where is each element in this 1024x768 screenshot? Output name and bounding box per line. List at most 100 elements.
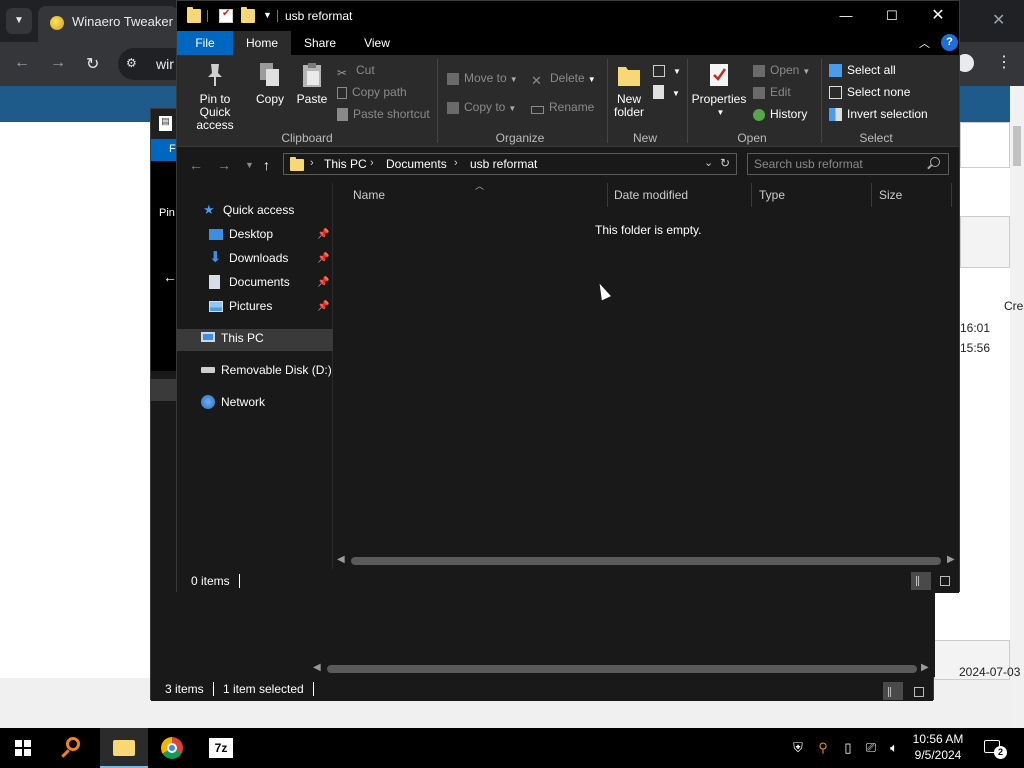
properties-quick-icon[interactable]	[219, 8, 233, 23]
notification-center-button[interactable]: 2	[982, 738, 1007, 759]
horizontal-scrollbar[interactable]: ◀ ▶	[333, 553, 959, 569]
scroll-left-icon[interactable]: ◀	[337, 554, 345, 565]
back-arrow-icon[interactable]: ←	[189, 157, 203, 173]
copy-to-button[interactable]: Copy to ▼	[447, 98, 516, 116]
scroll-left-icon[interactable]: ◀	[313, 662, 321, 673]
back-window-selected-row[interactable]	[151, 379, 177, 401]
clock[interactable]: 10:56 AM 9/5/2024	[910, 731, 966, 763]
column-separator[interactable]	[751, 183, 752, 207]
scroll-right-icon[interactable]: ▶	[921, 662, 929, 673]
edit-button[interactable]: Edit	[753, 83, 791, 101]
pin-icon[interactable]: 📌	[317, 253, 329, 264]
web-page-scrollbar[interactable]	[1010, 86, 1024, 728]
breadcrumb-usb-reformat[interactable]: usb reformat	[470, 157, 537, 171]
tab-view[interactable]: View	[349, 31, 405, 55]
help-icon[interactable]: ?	[941, 34, 958, 51]
taskbar-7zip[interactable]: 7z	[197, 728, 245, 768]
refresh-icon[interactable]: ↻	[720, 156, 730, 170]
pin-icon[interactable]: 📌	[317, 301, 329, 312]
address-box[interactable]: › This PC › Documents › usb reformat ⌄ ↻	[283, 153, 737, 175]
start-button[interactable]	[0, 728, 48, 768]
tab-home[interactable]: Home	[233, 31, 291, 55]
large-icons-view-button[interactable]	[935, 572, 955, 590]
move-to-button[interactable]: Move to ▼	[447, 69, 518, 87]
pin-icon[interactable]: 📌	[317, 229, 329, 240]
breadcrumb-separator-icon[interactable]: ›	[454, 157, 458, 169]
select-all-button[interactable]: Select all	[829, 61, 896, 79]
address-history-dropdown-icon[interactable]: ⌄	[704, 156, 713, 169]
maximize-button[interactable]: ☐	[869, 1, 915, 31]
new-folder-quick-icon[interactable]	[241, 7, 255, 23]
search-box[interactable]	[747, 153, 949, 175]
column-header-name[interactable]: Name	[353, 188, 385, 202]
quick-access-toolbar-dropdown-icon[interactable]: ▼	[263, 10, 272, 20]
volume-muted-icon[interactable]: 🔈︎	[886, 740, 902, 756]
browser-reload-icon[interactable]: ↻	[86, 54, 99, 74]
scroll-thumb[interactable]	[351, 557, 941, 565]
security-shield-icon[interactable]: ⛨	[790, 740, 806, 756]
details-view-button[interactable]	[911, 572, 931, 590]
new-item-button[interactable]: ▼	[653, 61, 681, 79]
taskbar-file-explorer[interactable]	[100, 728, 148, 768]
column-header-type[interactable]: Type	[759, 188, 785, 202]
collapse-ribbon-icon[interactable]: ︿	[919, 35, 930, 51]
cut-button[interactable]: ✂ Cut	[337, 61, 375, 80]
search-icon[interactable]	[930, 157, 940, 167]
browser-tab[interactable]: Winaero Tweaker	[38, 6, 178, 42]
pin-to-quick-access-button[interactable]: Pin to Quick access	[183, 61, 247, 132]
back-window-file-tab[interactable]: F	[151, 139, 177, 161]
back-window-back-icon[interactable]: ←	[163, 269, 177, 285]
browser-back-icon[interactable]: ←	[14, 54, 30, 72]
back-scroll-thumb[interactable]	[327, 665, 917, 673]
breadcrumb-separator-icon[interactable]: ›	[310, 157, 314, 169]
back-window-hscroll[interactable]: ◀ ▶	[309, 661, 935, 677]
close-button[interactable]: ✕	[915, 1, 961, 31]
copy-path-button[interactable]: Copy path	[337, 83, 407, 101]
column-header-size[interactable]: Size	[879, 188, 902, 202]
copy-button[interactable]: Copy	[253, 61, 287, 106]
breadcrumb-this-pc[interactable]: This PC	[324, 157, 367, 171]
explorer-window[interactable]: ▼ usb reformat — ☐ ✕ File Home Share Vie…	[176, 0, 960, 593]
forward-arrow-icon[interactable]: →	[217, 157, 231, 173]
tab-share[interactable]: Share	[291, 31, 349, 55]
large-icons-view-button[interactable]	[909, 682, 929, 700]
new-folder-button[interactable]: New folder	[611, 61, 647, 119]
invert-selection-button[interactable]: Invert selection	[829, 105, 928, 123]
delete-button[interactable]: ✕ Delete ▼	[531, 69, 596, 88]
rename-button[interactable]: Rename	[531, 98, 594, 116]
pin-icon[interactable]: 📌	[317, 277, 329, 288]
file-list[interactable]: ︿ Name Date modified Type Size This fold…	[333, 181, 959, 569]
details-view-button[interactable]	[883, 682, 903, 700]
browser-menu-icon[interactable]: ⋮	[996, 52, 1012, 72]
taskbar-search-button[interactable]	[52, 728, 100, 768]
network-tray-icon[interactable]: ⎚	[863, 740, 879, 756]
up-arrow-icon[interactable]: ↑	[263, 157, 270, 173]
usb-drive-icon[interactable]: ▯	[840, 740, 856, 756]
select-none-button[interactable]: Select none	[829, 83, 910, 101]
properties-button[interactable]: Properties ▼	[691, 61, 747, 119]
column-header-date-modified[interactable]: Date modified	[614, 188, 688, 202]
history-button[interactable]: History	[753, 105, 807, 123]
easy-access-button[interactable]: ▼	[653, 83, 680, 101]
recent-locations-icon[interactable]: ▼	[245, 160, 254, 170]
scroll-right-icon[interactable]: ▶	[947, 554, 955, 565]
breadcrumb-separator-icon[interactable]: ›	[370, 157, 374, 169]
paste-button[interactable]: Paste	[295, 61, 329, 106]
open-button[interactable]: Open ▼	[753, 61, 810, 79]
paste-shortcut-button[interactable]: Paste shortcut	[337, 105, 430, 123]
site-info-icon[interactable]: ⚙	[126, 56, 137, 70]
tab-search-button[interactable]: ▼	[6, 8, 32, 34]
column-separator[interactable]	[951, 183, 952, 207]
breadcrumb-documents[interactable]: Documents	[386, 157, 447, 171]
search-input[interactable]	[754, 156, 924, 172]
browser-forward-icon[interactable]: →	[50, 54, 66, 72]
tray-search-icon[interactable]: ⚲	[815, 740, 831, 756]
column-separator[interactable]	[607, 183, 608, 207]
column-separator[interactable]	[871, 183, 872, 207]
taskbar-chrome[interactable]	[148, 728, 196, 768]
minimize-button[interactable]: —	[823, 1, 869, 31]
web-scroll-thumb[interactable]	[1013, 126, 1021, 166]
browser-close-icon[interactable]: ✕	[992, 10, 1005, 30]
title-bar[interactable]: ▼ usb reformat — ☐ ✕	[177, 1, 959, 31]
tab-file[interactable]: File	[177, 31, 233, 55]
